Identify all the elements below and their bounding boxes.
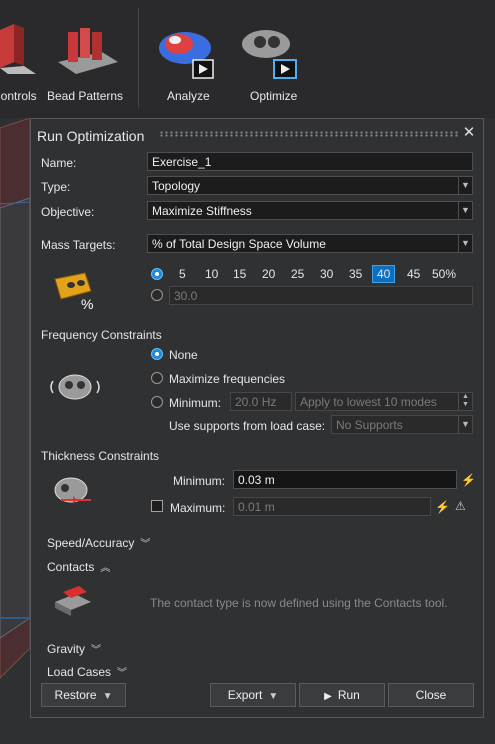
percent-option[interactable]: 5	[179, 267, 186, 281]
thickness-minimum-label: Minimum:	[173, 474, 226, 488]
spin-arrows-icon: ▲ ▼	[458, 393, 472, 410]
toolbar-label-analyze: Analyze	[167, 89, 210, 103]
objective-value: Maximize Stiffness	[152, 204, 252, 218]
name-label: Name:	[41, 156, 77, 170]
mass-targets-select[interactable]: % of Total Design Space Volume ▼	[147, 234, 473, 253]
chevron-double-down-icon: ︾	[140, 539, 151, 550]
percent-option[interactable]: 10	[205, 267, 218, 281]
percent-custom-radio[interactable]	[151, 289, 163, 301]
percent-option[interactable]: 35	[349, 267, 362, 281]
mass-target-icon: %	[51, 269, 97, 314]
objective-select[interactable]: Maximize Stiffness ▼	[147, 201, 473, 220]
close-button[interactable]: Close	[388, 683, 474, 707]
toolbar-item-controls[interactable]: Controls	[0, 22, 40, 103]
run-label: Run	[337, 688, 360, 702]
contacts-icon	[51, 584, 95, 623]
thickness-maximum-label: Maximum:	[170, 501, 226, 515]
percent-option-selected[interactable]: 40	[372, 265, 396, 283]
thickness-maximum-input[interactable]: 0.01 m	[233, 497, 431, 516]
chevron-double-up-icon: ︽	[100, 563, 111, 574]
contacts-toggle[interactable]: Contacts ︽	[47, 559, 110, 574]
percent-option[interactable]: 30	[320, 267, 333, 281]
frequency-maximize-radio[interactable]	[151, 372, 163, 384]
chevron-down-icon: ▼	[458, 177, 472, 194]
type-label: Type:	[41, 180, 71, 194]
close-label: Close	[415, 688, 447, 702]
warning-icon: ⚠	[455, 499, 466, 513]
type-value: Topology	[152, 179, 201, 193]
play-icon: ▶	[324, 691, 332, 702]
frequency-maximize-label: Maximize frequencies	[169, 372, 286, 386]
load-cases-toggle[interactable]: Load Cases ︾	[47, 664, 127, 679]
speed-accuracy-toggle[interactable]: Speed/Accuracy ︾	[47, 535, 150, 550]
frequency-minimum-input[interactable]: 20.0 Hz	[230, 392, 292, 411]
frequency-modes-value: Apply to lowest 10 modes	[300, 395, 437, 409]
lightning-icon[interactable]: ⚡	[435, 500, 450, 514]
close-icon[interactable]: ✕	[462, 125, 476, 140]
toolbar-label-optimize: Optimize	[250, 89, 298, 103]
dialog-drag-handle[interactable]	[159, 131, 459, 137]
restore-button[interactable]: Restore ▼	[41, 683, 126, 707]
run-button[interactable]: ▶ Run	[299, 683, 385, 707]
frequency-minimum-radio[interactable]	[151, 396, 163, 408]
ribbon-toolbar: Controls Bead Patterns Analyze Optimize	[0, 0, 495, 118]
objective-label: Objective:	[41, 205, 95, 219]
shape-controls-icon	[0, 24, 36, 74]
frequency-minimum-label: Minimum:	[169, 396, 222, 410]
dialog-title: Run Optimization	[37, 128, 145, 144]
contacts-note: The contact type is now defined using th…	[150, 596, 448, 610]
lightning-icon[interactable]: ⚡	[461, 473, 476, 487]
optimize-icon	[242, 30, 297, 79]
frequency-constraints-heading: Frequency Constraints	[41, 328, 162, 342]
thickness-maximum-checkbox[interactable]	[151, 500, 163, 512]
speed-accuracy-label: Speed/Accuracy	[47, 536, 135, 550]
percent-preset-radio[interactable]	[151, 268, 163, 280]
thickness-minimum-input[interactable]: 0.03 m	[233, 470, 457, 489]
run-optimization-dialog: Run Optimization ✕ Name: Exercise_1 Type…	[30, 118, 484, 718]
percent-option[interactable]: 50%	[432, 267, 456, 281]
frequency-icon	[49, 365, 101, 412]
contacts-label: Contacts	[47, 560, 95, 574]
restore-label: Restore	[54, 688, 97, 702]
load-cases-label: Load Cases	[47, 665, 112, 679]
chevron-down-icon: ▼	[268, 691, 279, 702]
toolbar-item-analyze[interactable]: Analyze	[155, 22, 215, 103]
toolbar-item-bead-patterns[interactable]: Bead Patterns	[47, 22, 130, 103]
gravity-label: Gravity	[47, 642, 86, 656]
bead-patterns-icon	[58, 28, 118, 74]
chevron-down-icon: ▼	[458, 202, 472, 219]
percent-option[interactable]: 20	[262, 267, 275, 281]
chevron-double-down-icon: ︾	[91, 645, 102, 656]
thickness-icon	[51, 472, 97, 515]
name-input[interactable]: Exercise_1	[147, 152, 473, 171]
export-label: Export	[227, 688, 263, 702]
frequency-none-label: None	[169, 348, 198, 362]
export-button[interactable]: Export ▼	[210, 683, 296, 707]
toolbar-item-optimize[interactable]: Optimize	[240, 22, 300, 103]
chevron-down-icon: ▼	[102, 691, 113, 702]
thickness-constraints-heading: Thickness Constraints	[41, 449, 160, 463]
frequency-modes-stepper[interactable]: Apply to lowest 10 modes ▲ ▼	[295, 392, 473, 411]
frequency-none-radio[interactable]	[151, 348, 163, 360]
supports-value: No Supports	[336, 418, 403, 432]
supports-select[interactable]: No Supports ▼	[331, 415, 473, 434]
chevron-down-icon: ▼	[458, 416, 472, 433]
percent-option[interactable]: 25	[291, 267, 304, 281]
chevron-down-icon: ▼	[458, 235, 472, 252]
chevron-double-down-icon: ︾	[117, 668, 128, 679]
toolbar-label-bead-patterns: Bead Patterns	[47, 89, 124, 103]
percent-option[interactable]: 15	[233, 267, 246, 281]
supports-label: Use supports from load case:	[169, 419, 326, 433]
toolbar-separator	[138, 8, 139, 108]
type-select[interactable]: Topology ▼	[147, 176, 473, 195]
custom-percent-input[interactable]: 30.0	[169, 286, 473, 305]
svg-text:%: %	[81, 296, 93, 311]
analyze-icon	[159, 32, 214, 79]
gravity-toggle[interactable]: Gravity ︾	[47, 641, 101, 656]
percent-option[interactable]: 45	[407, 267, 420, 281]
mass-targets-label: Mass Targets:	[41, 238, 116, 252]
mass-targets-value: % of Total Design Space Volume	[152, 237, 326, 251]
toolbar-label-controls: Controls	[0, 89, 37, 103]
